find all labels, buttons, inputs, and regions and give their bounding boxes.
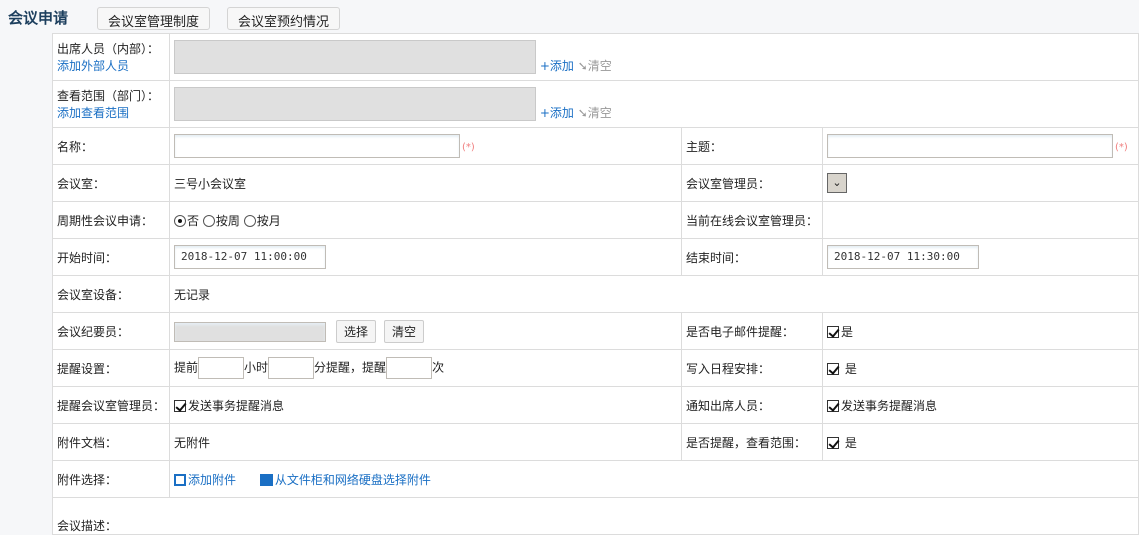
schedule-cell: 是: [822, 349, 1139, 387]
clear-label: 清空: [587, 106, 612, 120]
attendees-cell: +添加 ➘清空: [169, 33, 1139, 81]
online-admin-label: 当前在线会议室管理员：: [681, 201, 824, 239]
checkbox-label: 是: [844, 361, 857, 376]
name-input[interactable]: [174, 134, 461, 158]
recorder-label: 会议纪要员：: [51, 312, 171, 350]
checkbox-label: 是: [841, 324, 854, 339]
clear-label: 清空: [587, 59, 612, 73]
remind-scope-checkbox[interactable]: 是: [827, 436, 857, 450]
select-from-disk-label: 从文件柜和网络硬盘选择附件: [274, 472, 431, 487]
room-admin-select[interactable]: ⌄: [827, 173, 848, 193]
attendees-box[interactable]: [174, 40, 537, 74]
scope-clear-button[interactable]: ➘清空: [578, 106, 612, 120]
add-scope-link[interactable]: 添加查看范围: [57, 104, 165, 121]
add-attachment-button[interactable]: 添加附件: [174, 473, 236, 487]
periodic-cell: 否 按周 按月: [169, 201, 683, 239]
room-rules-button[interactable]: 会议室管理制度: [97, 7, 211, 30]
room-admin-cell: ⌄: [822, 164, 1139, 202]
hours-text: 小时: [244, 360, 269, 375]
remind-before-text: 提前: [174, 360, 199, 375]
equipment-label: 会议室设备：: [51, 275, 171, 313]
recorder-select-button[interactable]: 选择: [336, 319, 377, 343]
times-text: 次: [432, 360, 445, 375]
remind-scope-cell: 是: [822, 423, 1139, 461]
email-label: 是否电子邮件提醒：: [681, 312, 824, 350]
scope-label-cell: 查看范围（部门）： 添加查看范围: [51, 80, 171, 128]
remind-cell: 提前 小时 分提醒，提醒 次: [169, 349, 683, 387]
periodic-week-radio[interactable]: 按周: [202, 213, 240, 228]
name-cell: (*): [169, 127, 683, 165]
remind-admin-checkbox[interactable]: 发送事务提醒消息: [174, 399, 284, 413]
scope-box[interactable]: [174, 87, 537, 121]
periodic-no-radio[interactable]: 否: [174, 214, 199, 228]
radio-label: 按月: [256, 213, 281, 228]
attach-doc-value: 无附件: [169, 423, 683, 461]
attendees-label: 出席人员（内部）：: [57, 42, 160, 56]
checkbox-label: 发送事务提醒消息: [188, 398, 285, 413]
periodic-label: 周期性会议申请：: [51, 201, 171, 239]
end-cell: 2018-12-07 11:30:00: [822, 238, 1139, 276]
scope-cell: +添加 ➘清空: [169, 80, 1139, 128]
notify-checkbox[interactable]: 发送事务提醒消息: [827, 399, 937, 413]
start-label: 开始时间：: [51, 238, 171, 276]
periodic-month-radio[interactable]: 按月: [243, 213, 281, 228]
attendees-add-button[interactable]: +添加: [540, 59, 574, 73]
start-cell: 2018-12-07 11:00:00: [169, 238, 683, 276]
required-mark: (*): [462, 141, 475, 153]
end-time-input[interactable]: 2018-12-07 11:30:00: [827, 245, 980, 269]
add-external-link[interactable]: 添加外部人员: [57, 57, 165, 74]
recorder-clear-button[interactable]: 清空: [384, 319, 425, 343]
remind-hours-input[interactable]: [198, 357, 245, 379]
remind-admin-label: 提醒会议室管理员：: [51, 386, 171, 424]
remind-times-input[interactable]: [386, 357, 433, 379]
start-time-input[interactable]: 2018-12-07 11:00:00: [174, 245, 327, 269]
schedule-label: 写入日程安排：: [681, 349, 824, 387]
checkbox-label: 是: [844, 435, 857, 450]
equipment-value: 无记录: [169, 275, 1139, 313]
add-file-icon: [174, 474, 187, 486]
subject-cell: (*): [822, 127, 1139, 165]
radio-label: 否: [187, 213, 200, 228]
room-label: 会议室：: [51, 164, 171, 202]
page-title: 会议申请: [8, 9, 69, 27]
radio-label: 按周: [215, 213, 240, 228]
remind-admin-cell: 发送事务提醒消息: [169, 386, 683, 424]
description-label: 会议描述：: [52, 497, 1139, 535]
email-cell: 是: [822, 312, 1139, 350]
subject-label: 主题：: [681, 127, 824, 165]
disk-icon: [259, 474, 273, 486]
scope-label: 查看范围（部门）：: [57, 89, 160, 103]
recorder-cell: 选择 清空: [169, 312, 683, 350]
notify-cell: 发送事务提醒消息: [822, 386, 1139, 424]
checkbox-label: 发送事务提醒消息: [841, 398, 938, 413]
subject-input[interactable]: [827, 134, 1114, 158]
room-admin-label: 会议室管理员：: [681, 164, 824, 202]
schedule-checkbox[interactable]: 是: [827, 362, 857, 376]
remind-minutes-input[interactable]: [268, 357, 315, 379]
notify-label: 通知出席人员：: [681, 386, 824, 424]
scope-add-button[interactable]: +添加: [540, 106, 574, 120]
remind-scope-label: 是否提醒，查看范围：: [681, 423, 824, 461]
attach-doc-label: 附件文档：: [51, 423, 171, 461]
required-mark: (*): [1115, 141, 1128, 153]
remind-label: 提醒设置：: [51, 349, 171, 387]
add-attachment-label: 添加附件: [188, 472, 237, 487]
select-from-disk-button[interactable]: 从文件柜和网络硬盘选择附件: [259, 472, 431, 487]
room-booking-button[interactable]: 会议室预约情况: [227, 7, 341, 30]
recorder-input[interactable]: [174, 322, 327, 342]
attach-select-cell: 添加附件 从文件柜和网络硬盘选择附件: [169, 460, 1139, 498]
email-checkbox[interactable]: 是: [827, 325, 853, 339]
minutes-text: 分提醒，提醒: [314, 360, 387, 375]
meeting-form: 出席人员（内部）： 添加外部人员 +添加 ➘清空 查看范围（部门）： 添加查看范围 …: [51, 33, 1139, 535]
name-label: 名称：: [51, 127, 171, 165]
attach-select-label: 附件选择：: [51, 460, 171, 498]
attendees-label-cell: 出席人员（内部）： 添加外部人员: [51, 33, 171, 81]
attendees-clear-button[interactable]: ➘清空: [578, 59, 612, 73]
room-value: 三号小会议室: [169, 164, 683, 202]
end-label: 结束时间：: [681, 238, 824, 276]
online-admin-value: [822, 201, 1139, 239]
